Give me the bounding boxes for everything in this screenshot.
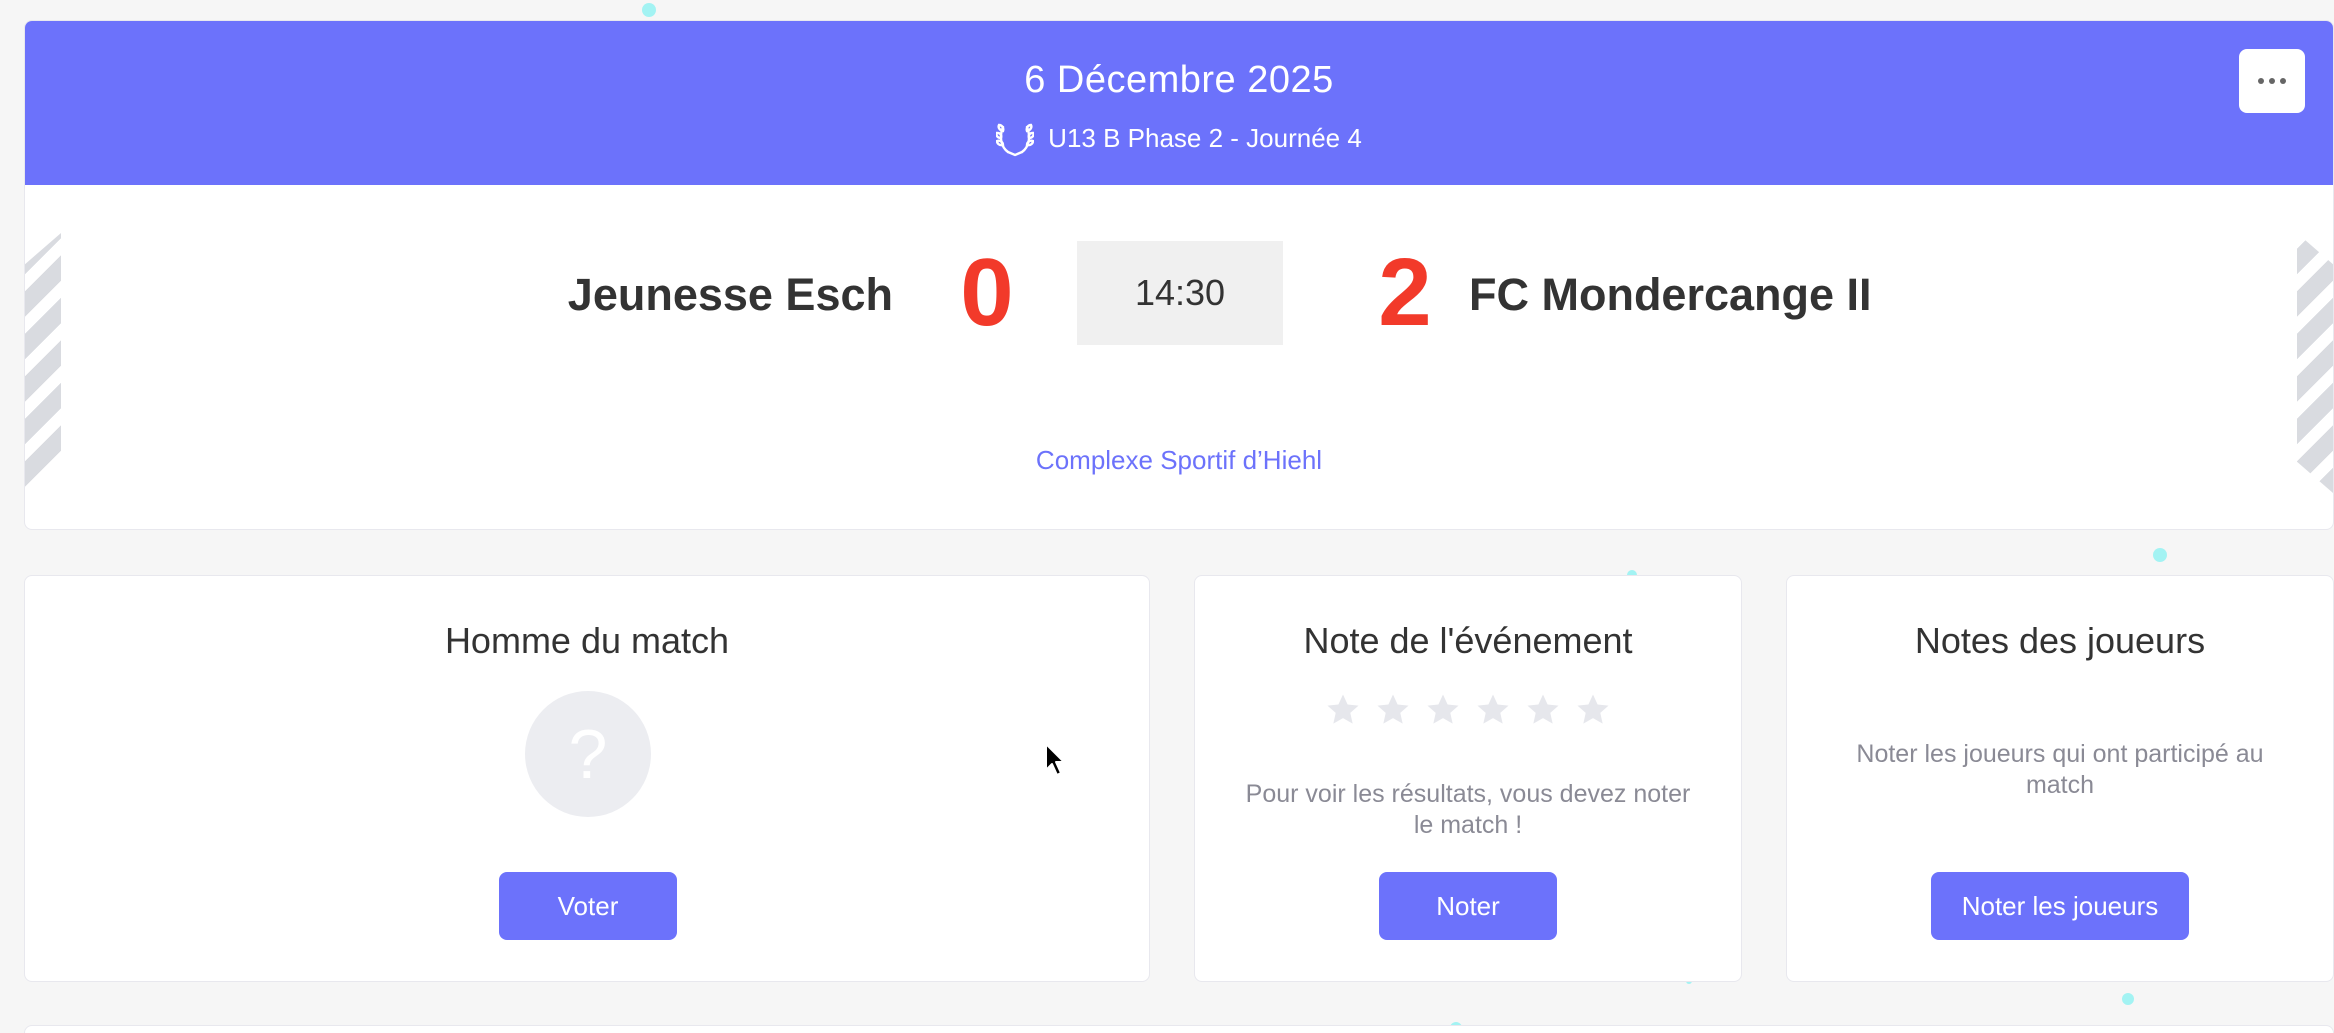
star-icon[interactable]	[1474, 691, 1512, 729]
home-team-name[interactable]: Jeunesse Esch	[568, 269, 893, 321]
player-ratings-card: Notes des joueurs Noter les joueurs qui …	[1786, 575, 2334, 982]
home-score: 0	[960, 239, 1014, 346]
mouse-cursor-icon	[1045, 743, 1065, 776]
venue-link[interactable]: Complexe Sportif d’Hiehl	[25, 445, 2333, 476]
kickoff-time: 14:30	[1077, 241, 1283, 345]
star-icon[interactable]	[1424, 691, 1462, 729]
player-ratings-title: Notes des joueurs	[1914, 620, 2206, 661]
question-mark-icon: ?	[568, 715, 608, 793]
away-score: 2	[1378, 239, 1432, 346]
next-card-edge	[24, 1025, 2334, 1033]
man-of-match-card: Homme du match ? Voter	[24, 575, 1150, 982]
event-rating-title: Note de l'événement	[1303, 620, 1633, 661]
star-icon[interactable]	[1374, 691, 1412, 729]
match-date: 6 Décembre 2025	[1024, 59, 1334, 101]
player-ratings-message: Noter les joueurs qui ont participé au m…	[1856, 740, 2264, 799]
rate-event-button[interactable]: Noter	[1379, 872, 1557, 940]
event-rating-card: Note de l'événement Pour voir les résult…	[1194, 575, 1742, 982]
more-horizontal-icon-dot	[2280, 78, 2286, 84]
more-horizontal-icon	[2258, 78, 2264, 84]
away-team-name[interactable]: FC Mondercange II	[1469, 269, 1872, 321]
match-page: 6 Décembre 2025 U13 B Phase 2 - Journée …	[0, 0, 2334, 1033]
scoreline: Jeunesse Esch 0 14:30 2 FC Mondercange I…	[25, 241, 2333, 345]
more-options-button[interactable]	[2239, 49, 2305, 113]
star-icon[interactable]	[1324, 691, 1362, 729]
vote-button[interactable]: Voter	[499, 872, 677, 940]
more-horizontal-icon-dot	[2269, 78, 2275, 84]
rate-players-button[interactable]: Noter les joueurs	[1931, 872, 2189, 940]
event-rating-message: Pour voir les résultats, vous devez note…	[1245, 780, 1691, 839]
laurel-icon	[995, 119, 1035, 157]
unknown-player-avatar: ?	[525, 691, 651, 817]
competition-label: U13 B Phase 2 - Journée 4	[1048, 122, 1362, 153]
match-card: 6 Décembre 2025 U13 B Phase 2 - Journée …	[24, 20, 2334, 530]
match-header: 6 Décembre 2025 U13 B Phase 2 - Journée …	[25, 21, 2333, 185]
man-of-match-title: Homme du match	[444, 620, 730, 661]
star-icon[interactable]	[1574, 691, 1612, 729]
star-rating[interactable]	[1195, 691, 1741, 729]
competition-row: U13 B Phase 2 - Journée 4	[25, 119, 2333, 157]
star-icon[interactable]	[1524, 691, 1562, 729]
